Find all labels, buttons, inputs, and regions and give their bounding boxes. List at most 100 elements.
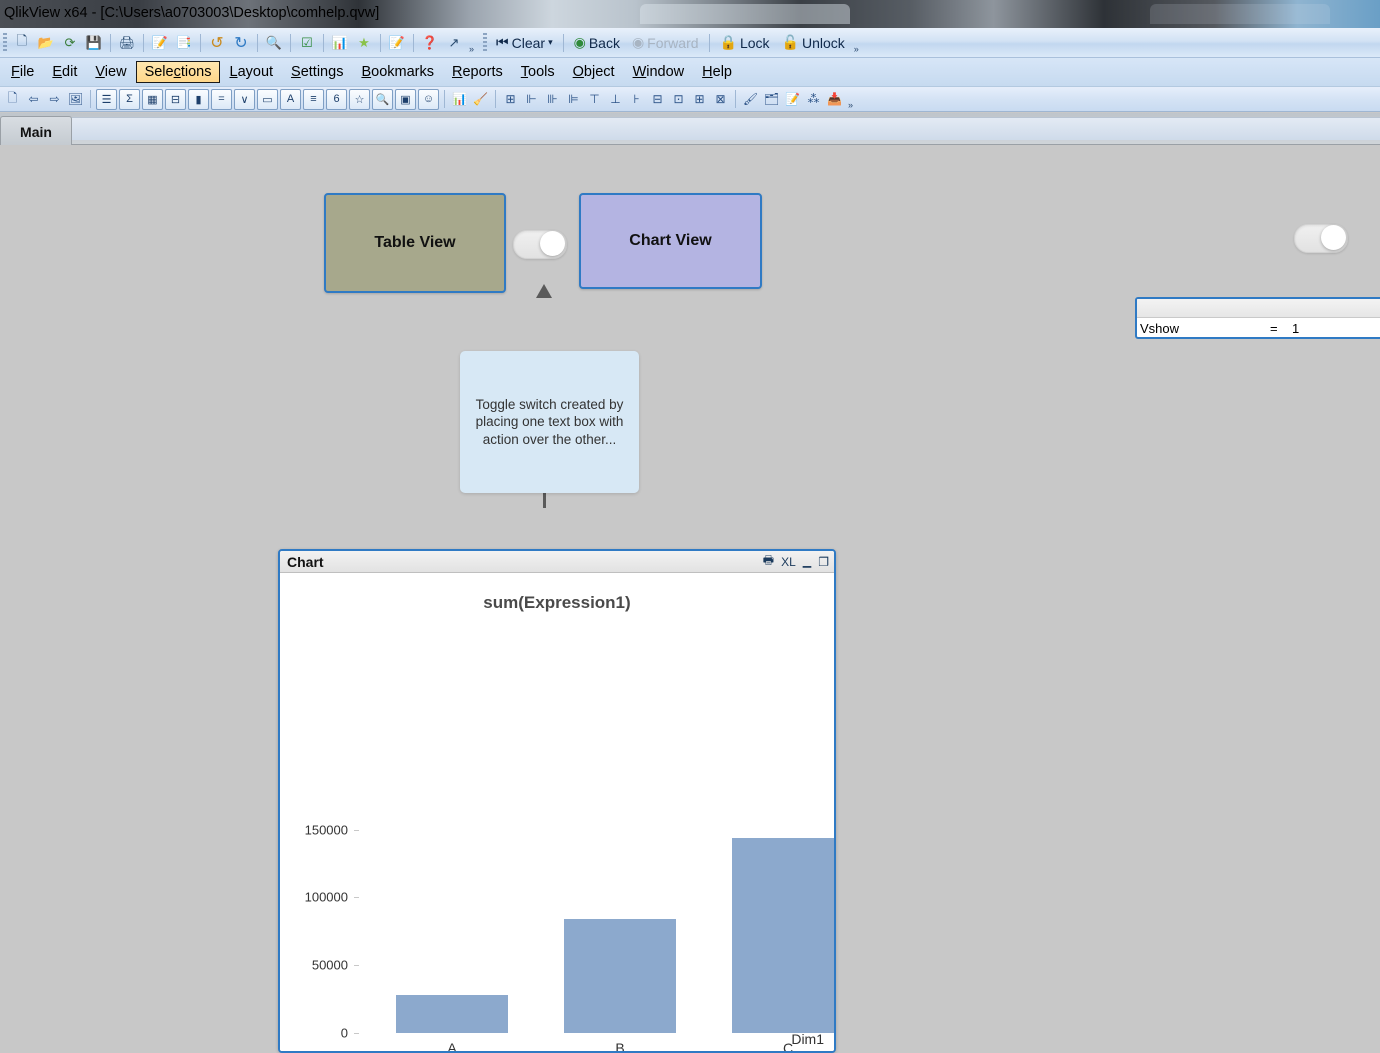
chart-bar[interactable] [732, 837, 834, 1033]
toolbar-grip[interactable] [3, 32, 7, 53]
search-object-icon[interactable]: 🔍 [372, 88, 393, 110]
chart-icon[interactable]: ▮ [188, 88, 209, 110]
menu-layout[interactable]: Layout [220, 61, 282, 83]
previous-sheet-icon[interactable]: ⇦ [24, 90, 43, 109]
sheet-tab-main[interactable]: Main [0, 116, 72, 146]
print-icon[interactable]: 🖨 [116, 32, 138, 54]
clear-format-icon[interactable]: 🧹 [471, 90, 490, 109]
share-icon[interactable]: ⁂ [804, 90, 823, 109]
align-top-icon[interactable]: ⊤ [585, 90, 604, 109]
variable-value-input[interactable]: 1 [1292, 321, 1299, 336]
toolbar-separator [143, 33, 144, 52]
new-sheet-icon[interactable]: 🗋 [3, 90, 22, 109]
promote-icon[interactable]: 🖌 [741, 90, 760, 109]
undo-icon[interactable]: ↺ [206, 32, 228, 54]
menu-reports[interactable]: Reports [443, 61, 512, 83]
chevron-down-icon[interactable]: ▾ [548, 37, 553, 48]
menu-help[interactable]: Help [693, 61, 741, 83]
edit-object-icon[interactable]: 📝 [783, 90, 802, 109]
callout-arrow-head-icon [536, 284, 552, 298]
new-icon[interactable]: 🗋 [11, 32, 33, 54]
clear-button[interactable]: ⏮ Clear ▾ [490, 31, 559, 55]
help-icon[interactable]: ❓ [419, 32, 441, 54]
redo-icon[interactable]: ↻ [230, 32, 252, 54]
back-button[interactable]: ◉ Back [568, 31, 626, 55]
custom-object-icon[interactable]: ☺ [418, 88, 439, 110]
reload-icon[interactable]: ⟳ [59, 32, 81, 54]
toggle-knob-icon [1321, 225, 1346, 250]
toolbar-overflow-icon[interactable]: » [845, 88, 856, 110]
context-help-icon[interactable]: ↗ [443, 32, 465, 54]
menu-view[interactable]: View [86, 61, 135, 83]
resize-icon[interactable]: ⊠ [711, 90, 730, 109]
distribute-v-icon[interactable]: ⊟ [648, 90, 667, 109]
menu-bookmarks[interactable]: Bookmarks [352, 61, 443, 83]
slider-calendar-icon[interactable]: 6 [326, 88, 347, 110]
unlock-label: Unlock [801, 34, 845, 51]
text-object-icon[interactable]: A [280, 88, 301, 110]
table-box-icon[interactable]: ▦ [142, 88, 163, 110]
lock-button[interactable]: 🔒 Lock [714, 31, 776, 55]
quick-chart-icon[interactable]: 📊 [329, 32, 351, 54]
container-icon[interactable]: ▣ [395, 88, 416, 110]
edit-script-icon[interactable]: 📝 [149, 32, 171, 54]
space-evenly-icon[interactable]: ⊞ [690, 90, 709, 109]
distribute-h-icon[interactable]: ⊡ [669, 90, 688, 109]
unlock-button[interactable]: 🔓 Unlock [776, 31, 851, 55]
toolbar-separator [110, 33, 111, 52]
button-icon[interactable]: ▭ [257, 88, 278, 110]
line-arrow-icon[interactable]: ≡ [303, 88, 324, 110]
input-box-icon[interactable]: = [211, 88, 232, 110]
unlock-icon: 🔓 [781, 34, 799, 50]
align-right-icon[interactable]: ⊫ [564, 90, 583, 109]
align-middle-icon[interactable]: ⊥ [606, 90, 625, 109]
publish-icon[interactable]: 📥 [825, 90, 844, 109]
variable-row[interactable]: Vshow = 1 [1137, 318, 1380, 337]
chart-bar[interactable] [564, 918, 676, 1033]
maximize-icon[interactable]: ❐ [818, 555, 829, 569]
align-left-icon[interactable]: ⊩ [522, 90, 541, 109]
pivot-table-icon[interactable]: ⊟ [165, 88, 186, 110]
toggle-switch-right[interactable] [1294, 224, 1348, 253]
menu-settings[interactable]: Settings [282, 61, 352, 83]
current-selections-icon[interactable]: ☑ [296, 32, 318, 54]
menu-tools[interactable]: Tools [512, 61, 564, 83]
toolbar-overflow-icon[interactable]: » [851, 32, 862, 54]
menu-file[interactable]: File [2, 61, 43, 83]
align-bottom-icon[interactable]: ⊦ [627, 90, 646, 109]
forward-button[interactable]: ◉ Forward [626, 31, 705, 55]
menu-window[interactable]: Window [624, 61, 694, 83]
list-box-icon[interactable]: ☰ [96, 88, 117, 110]
table-viewer-icon[interactable]: 📑 [173, 32, 195, 54]
edit-module-icon[interactable]: 📝 [386, 32, 408, 54]
design-grid-icon[interactable]: 📊 [450, 90, 469, 109]
toggle-switch-main[interactable] [513, 230, 567, 259]
multi-box-icon[interactable]: ∨ [234, 88, 255, 110]
table-view-textbox-button[interactable]: Table View [324, 193, 506, 293]
snap-grid-icon[interactable]: ⊞ [501, 90, 520, 109]
statistics-box-icon[interactable]: Σ [119, 88, 140, 110]
open-icon[interactable]: 📂 [35, 32, 57, 54]
minimize-icon[interactable]: ▁ [803, 555, 811, 568]
variable-input-box[interactable]: Vshow = 1 [1135, 297, 1380, 339]
toolbar-grip[interactable] [483, 32, 487, 53]
search-icon[interactable]: 🔍 [263, 32, 285, 54]
export-to-excel-icon[interactable]: XL [781, 555, 796, 569]
next-sheet-icon[interactable]: ⇨ [45, 90, 64, 109]
print-chart-icon[interactable]: 🖶 [763, 551, 774, 572]
menu-object[interactable]: Object [564, 61, 624, 83]
toolbar-overflow-icon[interactable]: » [466, 32, 477, 54]
bring-front-icon[interactable]: 🗂 [762, 90, 781, 109]
add-bookmark-icon[interactable]: ★ [353, 32, 375, 54]
bookmark-object-icon[interactable]: ☆ [349, 88, 370, 110]
menu-bar: File Edit View Selections Layout Settings Book… [0, 58, 1380, 87]
chart-view-textbox-button[interactable]: Chart View [579, 193, 762, 289]
toolbar-separator [735, 90, 736, 108]
align-center-h-icon[interactable]: ⊪ [543, 90, 562, 109]
menu-selections[interactable]: Selections [135, 61, 221, 83]
menu-edit[interactable]: Edit [43, 61, 86, 83]
chart-object[interactable]: Chart 🖶 XL ▁ ❐ sum(Expression1) Dim1 0 50… [278, 549, 836, 1053]
sheet-properties-icon[interactable]: 🖼 [66, 90, 85, 109]
save-icon[interactable]: 💾 [83, 32, 105, 54]
chart-bar[interactable] [396, 995, 508, 1033]
